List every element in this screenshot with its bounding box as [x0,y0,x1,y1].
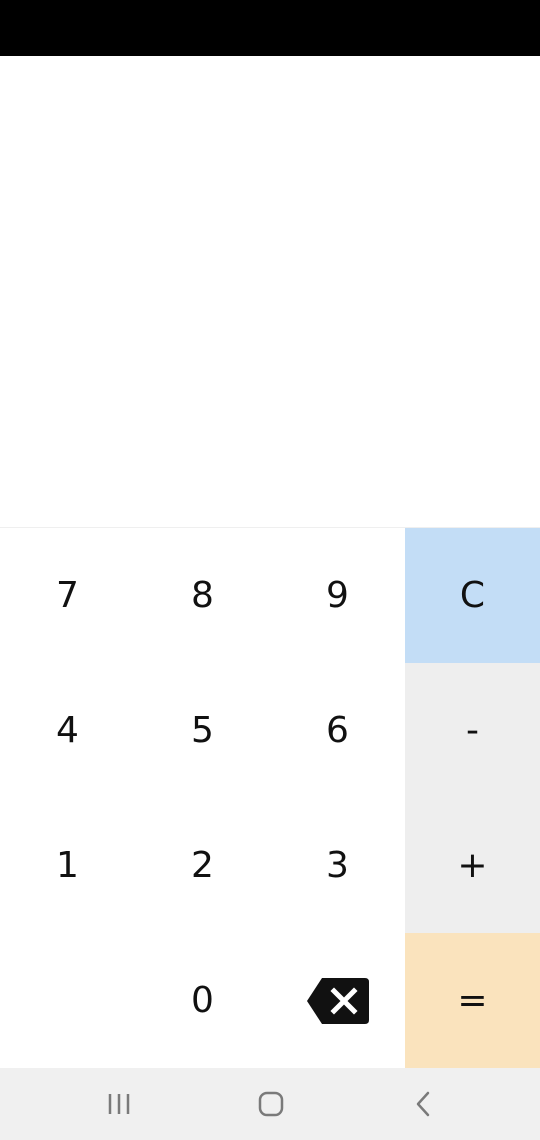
recents-button[interactable] [60,1068,180,1140]
empty-key [0,933,135,1068]
minus-button[interactable]: - [405,663,540,798]
home-icon [258,1091,284,1117]
back-icon [416,1091,430,1117]
recents-icon [108,1094,130,1114]
key-1[interactable]: 1 [0,798,135,933]
key-6[interactable]: 6 [270,663,405,798]
equals-button[interactable]: = [405,933,540,1068]
key-5[interactable]: 5 [135,663,270,798]
status-bar [0,0,540,56]
navigation-bar [0,1068,540,1140]
key-0[interactable]: 0 [135,933,270,1068]
key-9[interactable]: 9 [270,528,405,663]
display-area [0,56,540,527]
clear-button[interactable]: C [405,528,540,663]
key-4[interactable]: 4 [0,663,135,798]
key-3[interactable]: 3 [270,798,405,933]
key-2[interactable]: 2 [135,798,270,933]
back-button[interactable] [363,1068,483,1140]
keypad: 7 8 9 C 4 5 6 - 1 2 3 + 0 = [0,527,540,1068]
key-7[interactable]: 7 [0,528,135,663]
key-8[interactable]: 8 [135,528,270,663]
plus-button[interactable]: + [405,798,540,933]
backspace-icon [306,977,369,1024]
backspace-button[interactable] [270,933,405,1068]
home-button[interactable] [211,1068,331,1140]
